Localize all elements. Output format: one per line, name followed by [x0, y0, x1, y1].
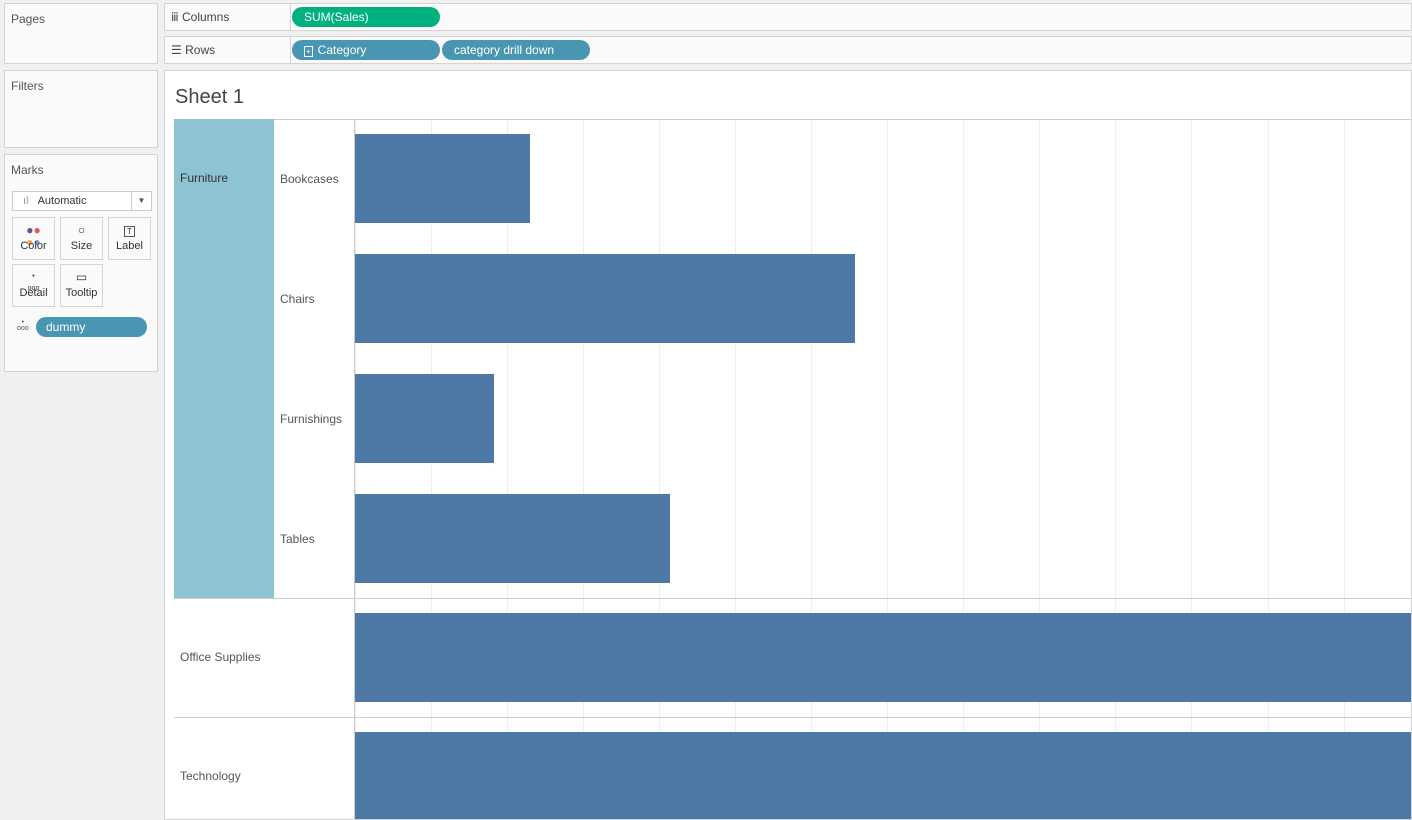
- axis-line: [354, 119, 355, 819]
- pages-pane[interactable]: Pages: [4, 3, 158, 64]
- subcategory-header[interactable]: Chairs: [280, 292, 315, 306]
- size-label: Size: [70, 240, 93, 252]
- filters-pane[interactable]: Filters: [4, 70, 158, 148]
- color-icon: ●● ●●: [26, 223, 41, 249]
- rows-shelf[interactable]: ☰ Rows + Category category drill down: [164, 36, 1412, 64]
- list-icon: ☰: [171, 43, 182, 57]
- detail-button[interactable]: • ooo Detail: [12, 264, 55, 307]
- tooltip-icon: ▭: [75, 270, 88, 284]
- marks-card: Marks ıl Automatic ▼ ●● ●● Color ○ Size T La…: [4, 154, 158, 372]
- sum-sales-pill[interactable]: SUM(Sales): [292, 7, 440, 27]
- mark-type-value: Automatic: [37, 195, 87, 207]
- columns-shelf[interactable]: ⅲ Columns SUM(Sales): [164, 3, 1412, 31]
- columns-label: ⅲ Columns: [171, 10, 230, 24]
- marks-title: Marks: [11, 163, 44, 177]
- bar[interactable]: [355, 494, 670, 583]
- subcategory-header[interactable]: Bookcases: [280, 172, 339, 186]
- subcategory-header[interactable]: Furnishings: [280, 412, 342, 426]
- detail-label: Detail: [19, 287, 48, 299]
- chevron-down-icon: ▼: [131, 192, 151, 210]
- detail-icon: • ooo: [27, 273, 40, 292]
- category-header[interactable]: Office Supplies: [174, 598, 274, 718]
- size-icon: ○: [77, 223, 86, 237]
- bar-chart-icon: ıl: [23, 195, 29, 207]
- color-label: Color: [20, 240, 47, 252]
- label-button[interactable]: T Label: [108, 217, 151, 260]
- label-icon: T: [109, 218, 150, 240]
- pages-title: Pages: [11, 12, 46, 26]
- sheet-title: Sheet 1: [175, 86, 244, 108]
- mark-type-dropdown[interactable]: ıl Automatic ▼: [12, 191, 152, 211]
- subcategory-header[interactable]: Tables: [280, 532, 315, 546]
- expand-icon: +: [304, 46, 313, 57]
- detail-icon: • ooo: [17, 319, 29, 332]
- columns-icon: ⅲ: [171, 10, 179, 24]
- label-label: Label: [116, 240, 143, 252]
- tooltip-label: Tooltip: [65, 287, 98, 299]
- bar[interactable]: [355, 134, 530, 223]
- category-header[interactable]: Technology: [174, 717, 274, 819]
- category-header[interactable]: Furniture: [174, 119, 274, 598]
- color-button[interactable]: ●● ●● Color: [12, 217, 55, 260]
- rows-label: ☰ Rows: [171, 43, 216, 57]
- filters-title: Filters: [11, 79, 44, 93]
- bar[interactable]: [355, 374, 495, 463]
- view-area: Sheet 1 Furniture Bookcases Chairs Furnishi…: [164, 70, 1412, 820]
- dummy-detail-pill[interactable]: dummy: [36, 317, 147, 337]
- bar[interactable]: [355, 732, 1411, 819]
- category-pill[interactable]: + Category: [292, 40, 440, 60]
- bar[interactable]: [355, 613, 1411, 702]
- bar[interactable]: [355, 254, 855, 343]
- size-button[interactable]: ○ Size: [60, 217, 103, 260]
- tooltip-button[interactable]: ▭ Tooltip: [60, 264, 103, 307]
- category-drill-down-pill[interactable]: category drill down: [442, 40, 590, 60]
- category-pill-label: Category: [317, 43, 367, 57]
